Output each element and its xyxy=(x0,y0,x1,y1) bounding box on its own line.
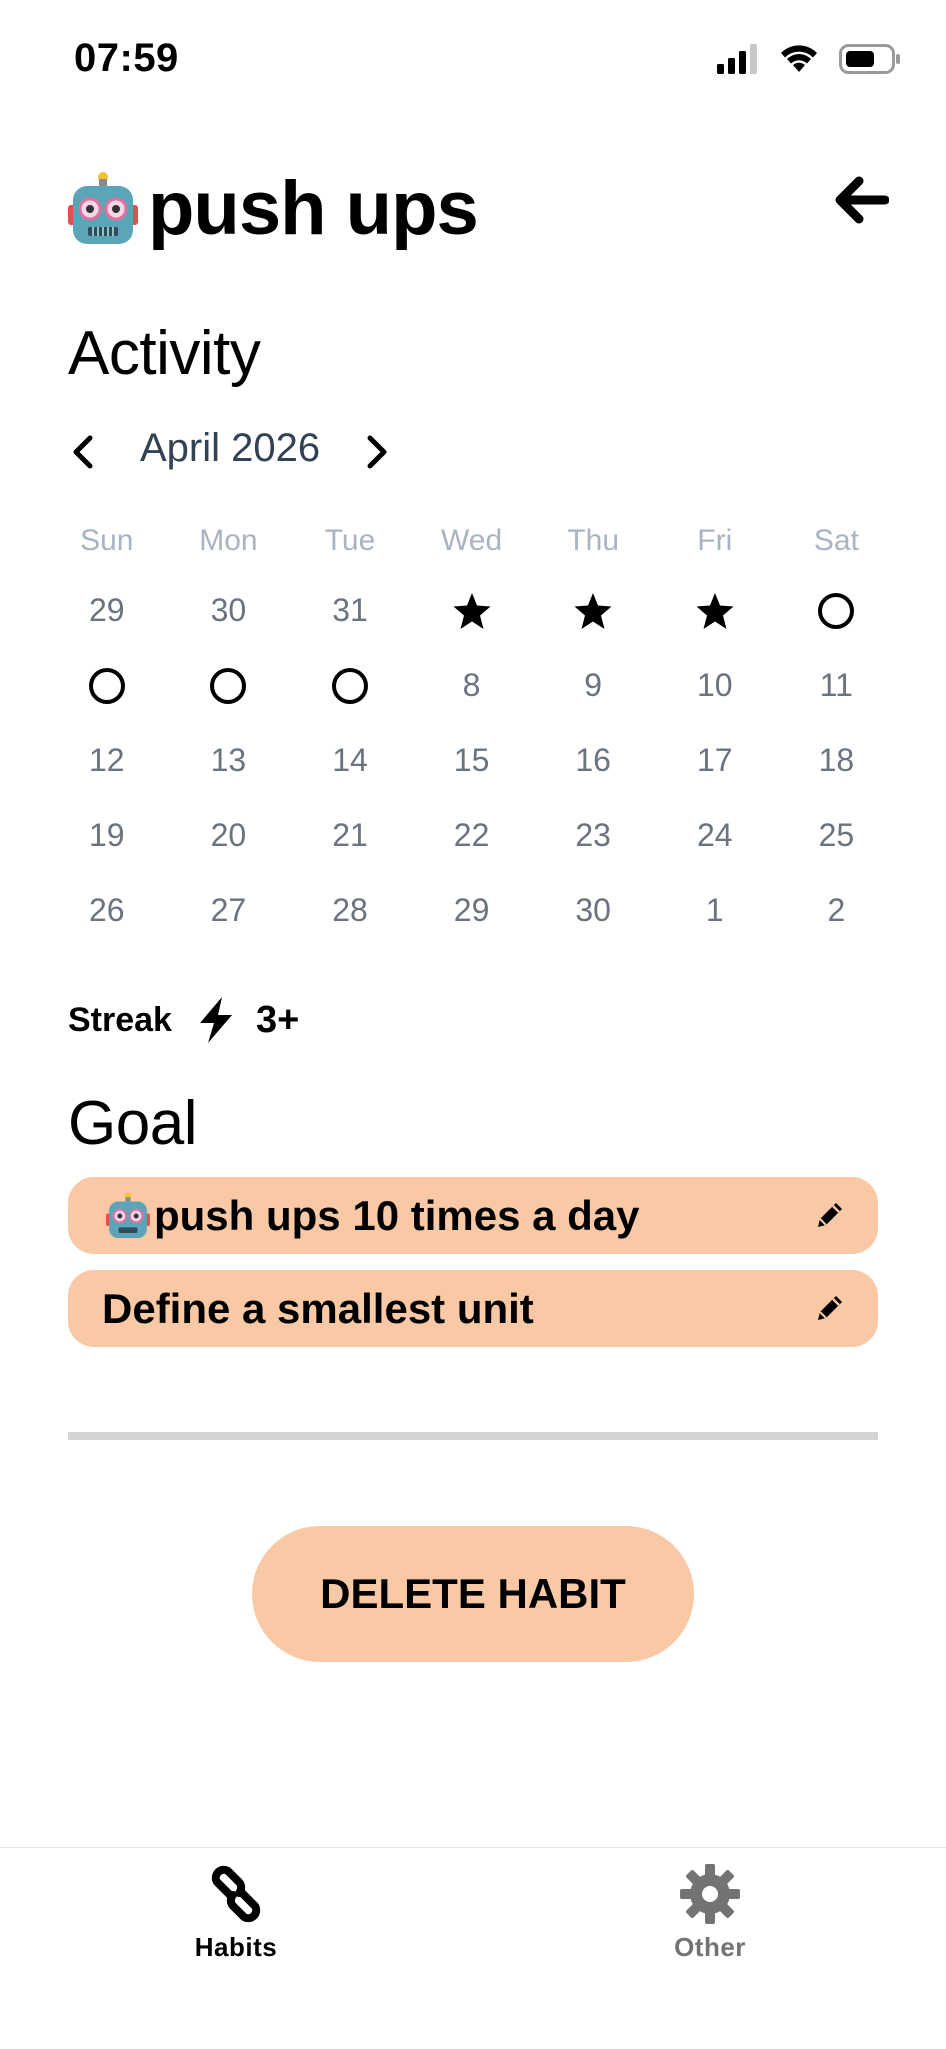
calendar-day[interactable]: 17 xyxy=(654,723,776,798)
chain-link-icon xyxy=(211,1865,261,1923)
calendar-day[interactable]: 12 xyxy=(46,723,168,798)
activity-heading: Activity xyxy=(68,319,261,388)
month-label: April 2026 xyxy=(140,426,321,470)
calendar-day-completed[interactable] xyxy=(654,573,776,648)
tab-label: Other xyxy=(674,1932,746,1962)
status-icons xyxy=(717,44,901,74)
lightning-icon xyxy=(199,997,232,1043)
calendar-day[interactable]: 8 xyxy=(411,648,533,723)
tab-bar: Habits Other xyxy=(0,1847,946,2049)
calendar-day[interactable]: 23 xyxy=(532,798,654,873)
calendar-day[interactable]: 20 xyxy=(168,798,290,873)
calendar-day[interactable]: 26 xyxy=(46,873,168,948)
calendar-day[interactable]: 29 xyxy=(46,573,168,648)
tab-other[interactable]: Other xyxy=(610,1862,810,1963)
page-title: push ups xyxy=(148,166,479,251)
calendar-day-completed[interactable] xyxy=(532,573,654,648)
calendar: Sun Mon Tue Wed Thu Fri Sat 29 30 31 8 9 10 11 12 13 14… xyxy=(46,518,932,948)
calendar-day[interactable]: 27 xyxy=(168,873,290,948)
weekday-label: Sat xyxy=(813,524,859,557)
goal-item[interactable]: push ups 10 times a day xyxy=(68,1177,878,1254)
calendar-day[interactable]: 28 xyxy=(289,873,411,948)
goal-heading: Goal xyxy=(68,1089,197,1158)
calendar-day[interactable]: 29 xyxy=(411,873,533,948)
prev-month-button[interactable] xyxy=(68,430,98,474)
calendar-day[interactable]: 2 xyxy=(776,873,898,948)
calendar-days: 29 30 31 8 9 10 11 12 13 14 15 16 17 18 19 20 21 22 23 24 25… xyxy=(46,573,932,948)
weekday-label: Sun xyxy=(80,524,134,557)
circle-icon xyxy=(88,667,125,704)
calendar-day[interactable]: 31 xyxy=(289,573,411,648)
star-icon xyxy=(574,592,612,629)
star-icon xyxy=(453,592,491,629)
chevron-left-icon xyxy=(73,435,93,469)
calendar-day[interactable]: 19 xyxy=(46,798,168,873)
chevron-right-icon xyxy=(367,435,387,469)
calendar-day-missed[interactable] xyxy=(46,648,168,723)
weekday-label: Thu xyxy=(567,524,620,557)
signal-icon xyxy=(717,44,757,74)
tab-habits[interactable]: Habits xyxy=(136,1862,336,1963)
calendar-day-completed[interactable] xyxy=(411,573,533,648)
calendar-day[interactable]: 9 xyxy=(532,648,654,723)
calendar-day[interactable]: 30 xyxy=(168,573,290,648)
wifi-icon xyxy=(781,45,817,72)
pencil-icon[interactable] xyxy=(812,1197,848,1233)
streak-label: Streak xyxy=(68,1000,172,1039)
weekday-header: Sun Mon Tue Wed Thu Fri Sat xyxy=(46,518,932,564)
calendar-day[interactable]: 15 xyxy=(411,723,533,798)
weekday-label: Mon xyxy=(199,524,258,557)
calendar-day[interactable]: 13 xyxy=(168,723,290,798)
calendar-day[interactable]: 24 xyxy=(654,798,776,873)
streak-value: 3+ xyxy=(255,998,300,1041)
calendar-day[interactable]: 30 xyxy=(532,873,654,948)
calendar-day[interactable]: 25 xyxy=(776,798,898,873)
weekday-label: Fri xyxy=(697,524,733,557)
circle-icon xyxy=(818,592,855,629)
weekday-label: Tue xyxy=(324,524,376,557)
arrow-left-icon xyxy=(835,176,889,224)
calendar-day[interactable]: 18 xyxy=(776,723,898,798)
circle-icon xyxy=(331,667,368,704)
robot-icon xyxy=(68,171,138,244)
calendar-day[interactable]: 14 xyxy=(289,723,411,798)
smallest-unit-item[interactable]: Define a smallest unit xyxy=(68,1270,878,1347)
delete-habit-button[interactable]: DELETE HABIT xyxy=(252,1526,694,1662)
streak-row: Streak 3+ xyxy=(68,995,299,1045)
page-title-row: push ups xyxy=(68,165,479,252)
back-button[interactable] xyxy=(830,170,892,230)
divider xyxy=(68,1432,878,1440)
calendar-day-missed[interactable] xyxy=(289,648,411,723)
calendar-day[interactable]: 10 xyxy=(654,648,776,723)
calendar-day[interactable]: 16 xyxy=(532,723,654,798)
star-icon xyxy=(696,592,734,629)
calendar-day[interactable]: 21 xyxy=(289,798,411,873)
calendar-day[interactable]: 1 xyxy=(654,873,776,948)
status-time: 07:59 xyxy=(74,36,179,80)
battery-icon xyxy=(839,44,900,74)
calendar-day-missed[interactable] xyxy=(168,648,290,723)
gear-icon xyxy=(680,1864,740,1924)
robot-icon xyxy=(106,1192,150,1238)
tab-label: Habits xyxy=(194,1932,278,1962)
goal-text: push ups 10 times a day xyxy=(154,1191,640,1239)
calendar-day-missed[interactable] xyxy=(776,573,898,648)
calendar-day[interactable]: 11 xyxy=(776,648,898,723)
smallest-unit-text: Define a smallest unit xyxy=(102,1284,534,1332)
circle-icon xyxy=(210,667,247,704)
next-month-button[interactable] xyxy=(362,430,392,474)
calendar-day[interactable]: 22 xyxy=(411,798,533,873)
pencil-icon[interactable] xyxy=(812,1290,848,1326)
weekday-label: Wed xyxy=(441,524,503,557)
